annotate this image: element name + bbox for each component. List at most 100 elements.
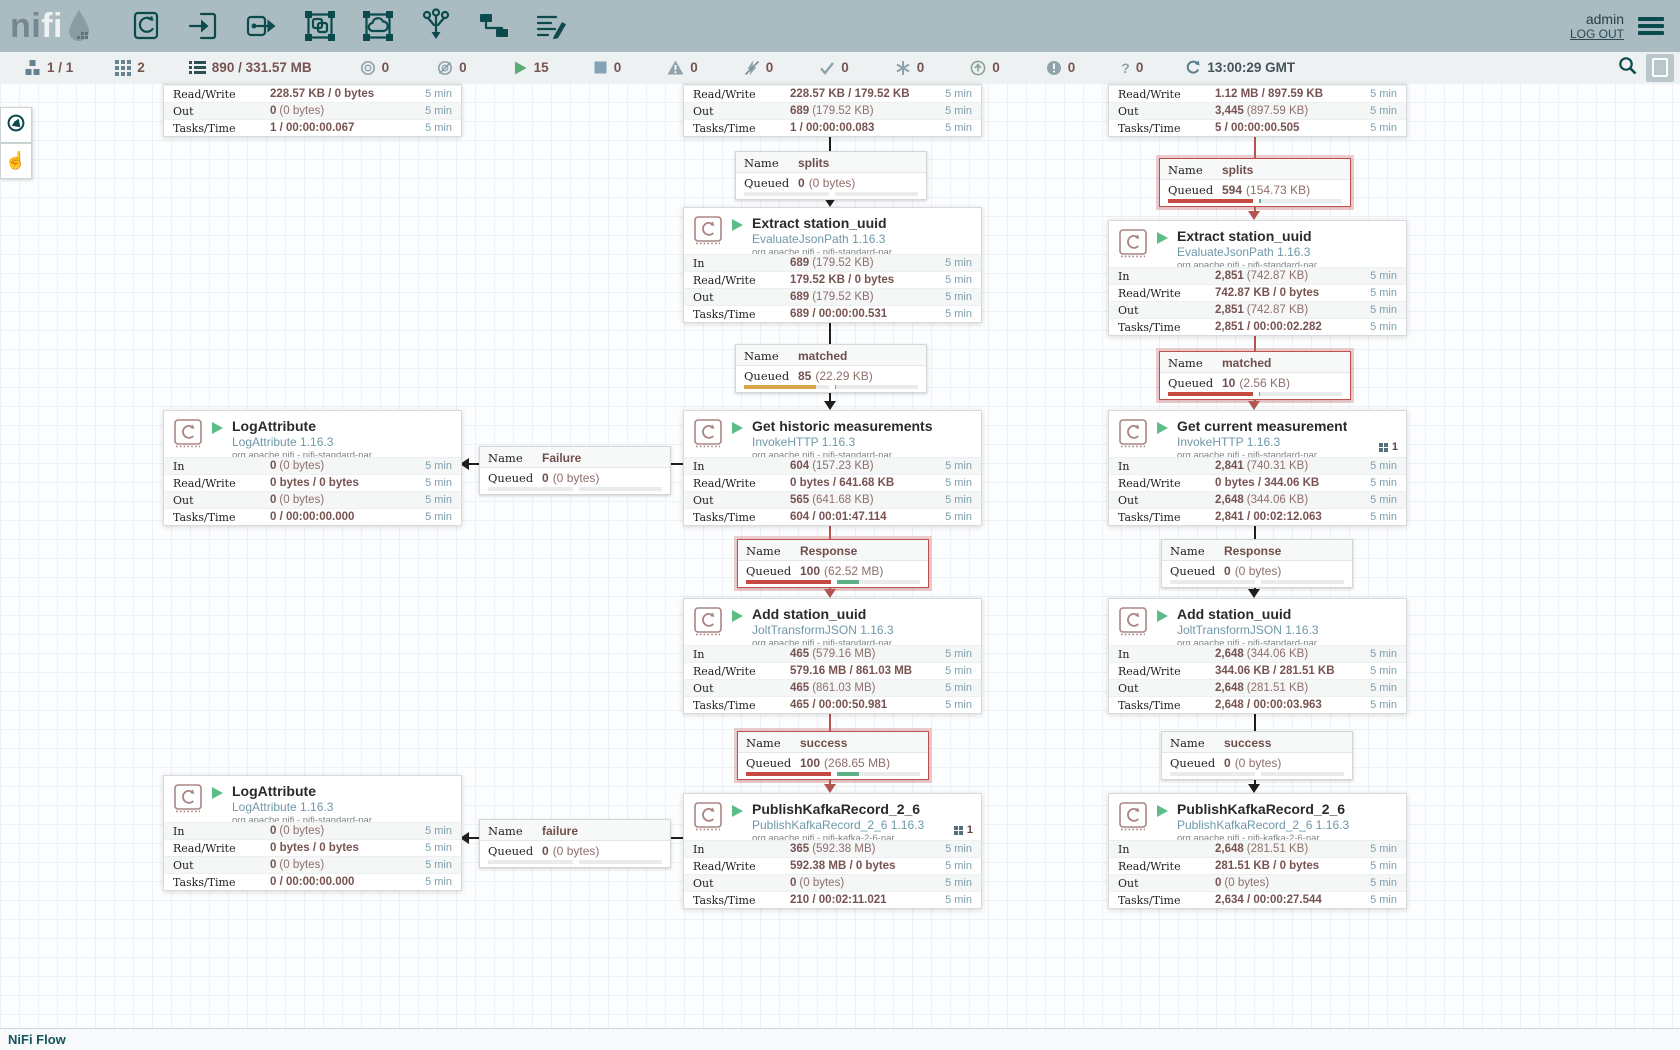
refresh-icon[interactable] bbox=[1185, 60, 1201, 76]
funnel-icon[interactable] bbox=[417, 7, 455, 45]
connection-label[interactable]: NameResponse Queued0(0 bytes) bbox=[1161, 539, 1353, 588]
processor[interactable]: Get current measurement InvokeHTTP 1.16.… bbox=[1108, 410, 1407, 526]
logout-link[interactable]: LOG OUT bbox=[1570, 27, 1624, 41]
stat-window: 5 min bbox=[408, 859, 452, 871]
processor[interactable]: Extract station_uuid EvaluateJsonPath 1.… bbox=[1108, 220, 1407, 336]
stat-label: In bbox=[693, 843, 790, 856]
global-menu-icon[interactable] bbox=[1638, 14, 1664, 38]
stat-label: Tasks/Time bbox=[1118, 122, 1215, 135]
stat-value: 0(0 bytes) bbox=[270, 859, 408, 871]
locally-modified-status: 0 bbox=[895, 60, 925, 76]
processor-stamp-icon bbox=[173, 418, 203, 448]
connection-name-label: Name bbox=[746, 736, 800, 750]
stat-label: Out bbox=[693, 494, 790, 507]
connection-label[interactable]: Namesplits Queued594(154.73 KB) bbox=[1159, 158, 1351, 207]
queue-size-bar bbox=[1261, 580, 1344, 584]
process-group-icon[interactable] bbox=[301, 7, 339, 45]
stat-window: 5 min bbox=[1353, 648, 1397, 660]
queue-size: (268.65 MB) bbox=[824, 756, 890, 770]
queue-size: (0 bytes) bbox=[553, 844, 600, 858]
processor-bundle: org.apache.nifi - nifi-standard-nar bbox=[752, 450, 933, 457]
processor[interactable]: PublishKafkaRecord_2_6 PublishKafkaRecor… bbox=[1108, 793, 1407, 909]
stat-label: Tasks/Time bbox=[173, 511, 270, 524]
processor[interactable]: Add station_uuid JoltTransformJSON 1.16.… bbox=[1108, 598, 1407, 714]
processor-stamp-icon bbox=[693, 215, 723, 245]
stat-label: In bbox=[693, 460, 790, 473]
connection-label[interactable]: Namesuccess Queued100(268.65 MB) bbox=[737, 731, 929, 780]
stat-window: 5 min bbox=[1353, 894, 1397, 906]
stat-label: Tasks/Time bbox=[1118, 321, 1215, 334]
stat-label: Out bbox=[693, 877, 790, 890]
processor-icon[interactable] bbox=[127, 7, 165, 45]
connection-label[interactable]: Namefailure Queued0(0 bytes) bbox=[479, 819, 671, 868]
remote-process-group-icon[interactable] bbox=[359, 7, 397, 45]
connection-label[interactable]: Namesuccess Queued0(0 bytes) bbox=[1161, 731, 1353, 780]
connection-label[interactable]: NameFailure Queued0(0 bytes) bbox=[479, 446, 671, 495]
connection-name-label: Name bbox=[746, 544, 800, 558]
processor[interactable]: PublishKafkaRecord_2_6 PublishKafkaRecor… bbox=[683, 793, 982, 909]
queue-size-bar bbox=[1261, 772, 1344, 776]
stat-label: Out bbox=[1118, 304, 1215, 317]
connection-label[interactable]: Namematched Queued85(22.29 KB) bbox=[735, 344, 927, 393]
stat-label: In bbox=[693, 257, 790, 270]
label-icon[interactable] bbox=[533, 7, 571, 45]
processor[interactable]: Read/Write228.57 KB / 0 bytes5 min Out0(… bbox=[163, 84, 462, 137]
output-port-icon[interactable] bbox=[243, 7, 281, 45]
stat-window: 5 min bbox=[928, 877, 972, 889]
flow-canvas[interactable]: ☝ Read/Write228.57 KB / 0 bytes5 min Out… bbox=[0, 83, 1680, 1029]
stat-window: 5 min bbox=[928, 682, 972, 694]
queue-size: (62.52 MB) bbox=[824, 564, 883, 578]
processor[interactable]: Add station_uuid JoltTransformJSON 1.16.… bbox=[683, 598, 982, 714]
connection-relationship: success bbox=[1224, 736, 1271, 750]
connection-label[interactable]: NameResponse Queued100(62.52 MB) bbox=[737, 539, 929, 588]
queue-count-bar bbox=[1168, 199, 1253, 203]
processor[interactable]: Read/Write228.57 KB / 179.52 KB5 min Out… bbox=[683, 84, 982, 137]
queue-count: 594 bbox=[1222, 183, 1242, 197]
panel-toggle-icon[interactable] bbox=[1646, 54, 1674, 82]
processor[interactable]: LogAttribute LogAttribute 1.16.3 org.apa… bbox=[163, 410, 462, 526]
search-icon[interactable] bbox=[1618, 56, 1638, 79]
stat-label: Read/Write bbox=[1118, 477, 1215, 490]
template-icon[interactable] bbox=[475, 7, 513, 45]
connection-label[interactable]: Namematched Queued10(2.56 KB) bbox=[1159, 351, 1351, 400]
connection-queued-label: Queued bbox=[488, 844, 542, 858]
processor[interactable]: Extract station_uuid EvaluateJsonPath 1.… bbox=[683, 207, 982, 323]
connection-name-label: Name bbox=[488, 451, 542, 465]
stat-window: 5 min bbox=[1353, 304, 1397, 316]
stat-value: 465(861.03 MB) bbox=[790, 682, 928, 694]
input-port-icon[interactable] bbox=[185, 7, 223, 45]
stat-window: 5 min bbox=[1353, 105, 1397, 117]
operate-palette-toggle[interactable]: ☝ bbox=[0, 143, 32, 179]
processor[interactable]: Get historic measurements InvokeHTTP 1.1… bbox=[683, 410, 982, 526]
connection-label[interactable]: Namesplits Queued0(0 bytes) bbox=[735, 151, 927, 200]
stat-value: 604(157.23 KB) bbox=[790, 460, 928, 472]
queue-size-bar bbox=[1259, 392, 1342, 396]
processor[interactable]: LogAttribute LogAttribute 1.16.3 org.apa… bbox=[163, 775, 462, 891]
stat-label: Tasks/Time bbox=[173, 876, 270, 889]
queue-count: 0 bbox=[542, 844, 549, 858]
stat-value: 2,841(740.31 KB) bbox=[1215, 460, 1353, 472]
connection-name-label: Name bbox=[1170, 544, 1224, 558]
queue-count-bar bbox=[1170, 580, 1255, 584]
queue-size: (0 bytes) bbox=[553, 471, 600, 485]
running-status-icon bbox=[731, 218, 744, 254]
stat-value: 0 / 00:00:00.000 bbox=[270, 511, 408, 523]
active-threads-badge: 1 bbox=[954, 824, 973, 836]
stat-label: Read/Write bbox=[693, 477, 790, 490]
navigate-palette-toggle[interactable] bbox=[0, 107, 32, 143]
stale-status: 0 bbox=[970, 60, 1000, 76]
connection-relationship: Response bbox=[800, 544, 857, 558]
exclamation-circle-icon bbox=[1046, 60, 1062, 76]
running-status: 15 bbox=[513, 60, 549, 76]
breadcrumb[interactable]: NiFi Flow bbox=[0, 1032, 66, 1047]
stat-value: 344.06 KB / 281.51 KB bbox=[1215, 665, 1353, 677]
stat-value: 228.57 KB / 179.52 KB bbox=[790, 88, 928, 100]
stat-label: Read/Write bbox=[1118, 665, 1215, 678]
processor[interactable]: Read/Write1.12 MB / 897.59 KB5 min Out3,… bbox=[1108, 84, 1407, 137]
stat-label: Out bbox=[173, 859, 270, 872]
stat-window: 5 min bbox=[928, 894, 972, 906]
transmitting-status: 0 bbox=[360, 60, 390, 76]
stat-window: 5 min bbox=[1353, 682, 1397, 694]
stat-label: Tasks/Time bbox=[693, 122, 790, 135]
running-status-icon bbox=[211, 786, 224, 822]
